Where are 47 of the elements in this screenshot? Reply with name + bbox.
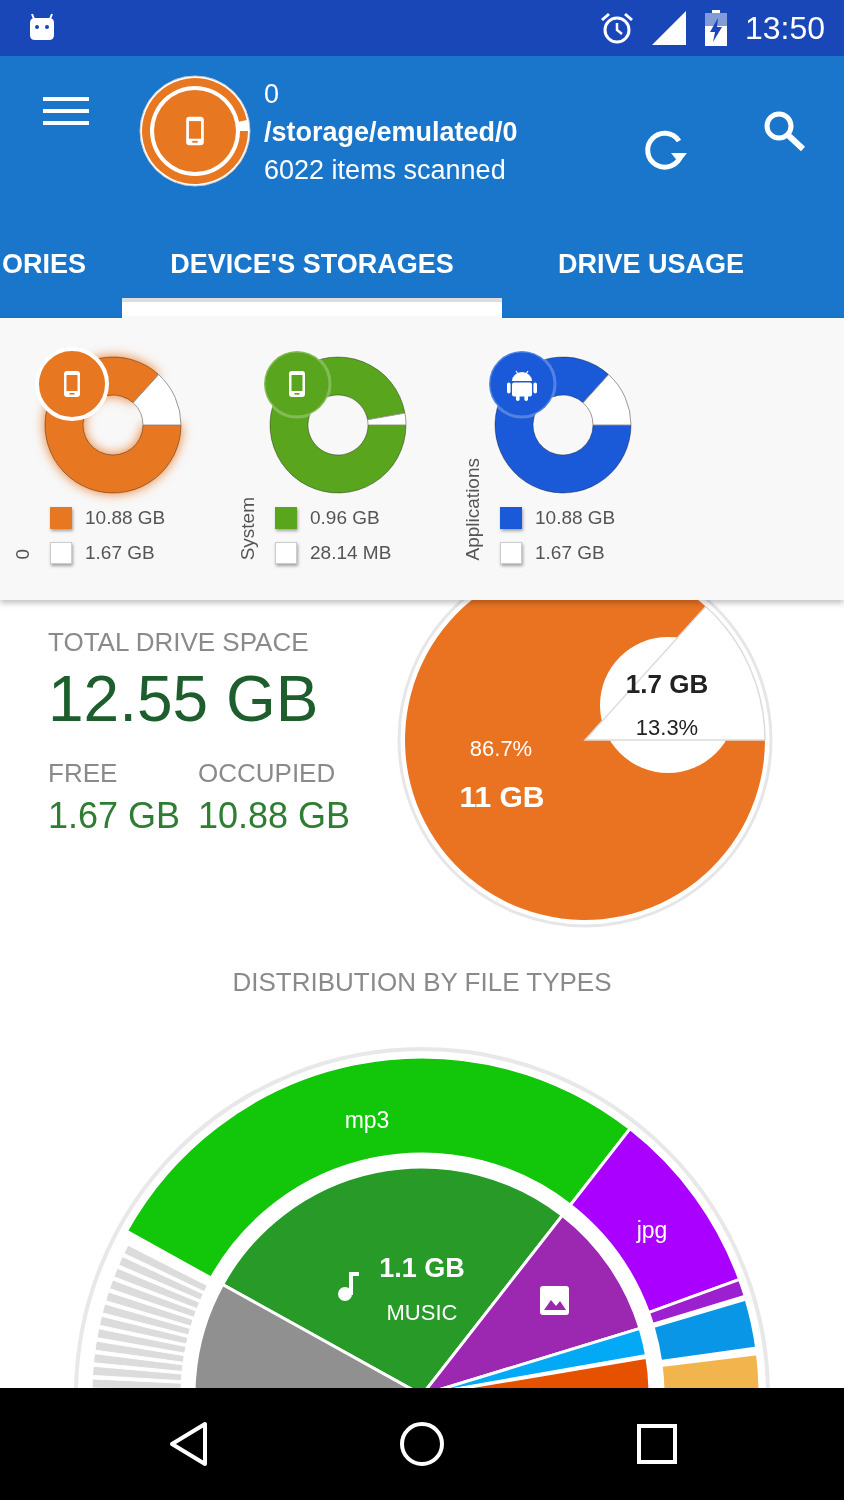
legend-label: 1.67 GB [85, 541, 155, 564]
image-icon [540, 1286, 569, 1315]
section-title: TOTAL DRIVE SPACE [48, 626, 310, 658]
legend-label: 10.88 GB [535, 506, 616, 529]
recents-icon[interactable] [637, 1424, 677, 1464]
android-icon [507, 370, 537, 401]
file-type-label: mp3 [344, 1107, 390, 1133]
free-size: 1.67 GB [48, 795, 182, 837]
free-amount: 1.7 GB [625, 669, 709, 699]
total-size: 12.55 GB [48, 664, 320, 734]
phone-icon [186, 116, 204, 146]
battery-charging-icon [703, 10, 728, 46]
storage-label: 0 [12, 549, 34, 560]
signal-icon [651, 11, 686, 45]
tab[interactable]: ORIES [0, 226, 122, 318]
phone-icon [289, 371, 305, 397]
tab[interactable]: DRIVE USAGE [502, 226, 844, 318]
free-swatch [500, 541, 522, 564]
storage-label: System [237, 496, 259, 560]
free-percent: 13.3% [635, 715, 699, 740]
category-size: 1.1 GB [379, 1253, 465, 1283]
menu-icon[interactable] [43, 97, 89, 127]
music-note-icon [338, 1272, 359, 1301]
storage-path: /storage/emulated/0 [264, 116, 519, 149]
occupied-amount: 11 GB [459, 780, 545, 813]
category-name: MUSIC [386, 1300, 458, 1325]
free-swatch [50, 541, 72, 564]
back-icon[interactable] [169, 1421, 209, 1467]
storage-label: Applications [462, 457, 484, 560]
search-icon[interactable] [763, 110, 807, 152]
occupied-label: OCCUPIED [198, 758, 337, 789]
occupied-percent: 86.7% [469, 736, 533, 761]
phone-icon [64, 371, 80, 397]
section-title: DISTRIBUTION BY FILE TYPES [232, 966, 612, 998]
legend-label: 1.67 GB [535, 541, 605, 564]
scan-status: 6022 items scanned [264, 154, 507, 187]
occupied-size: 10.88 GB [198, 795, 352, 837]
file-type-label: jpg [636, 1217, 668, 1243]
legend-label: 28.14 MB [310, 541, 392, 564]
storage-badge[interactable] [35, 347, 109, 421]
legend-label: 10.88 GB [85, 506, 166, 529]
home-icon[interactable] [399, 1421, 445, 1467]
free-label: FREE [48, 758, 119, 789]
free-swatch [275, 541, 297, 564]
clock-time: 13:50 [744, 9, 825, 47]
storage-count: 0 [264, 78, 281, 111]
legend-label: 0.96 GB [310, 506, 380, 529]
